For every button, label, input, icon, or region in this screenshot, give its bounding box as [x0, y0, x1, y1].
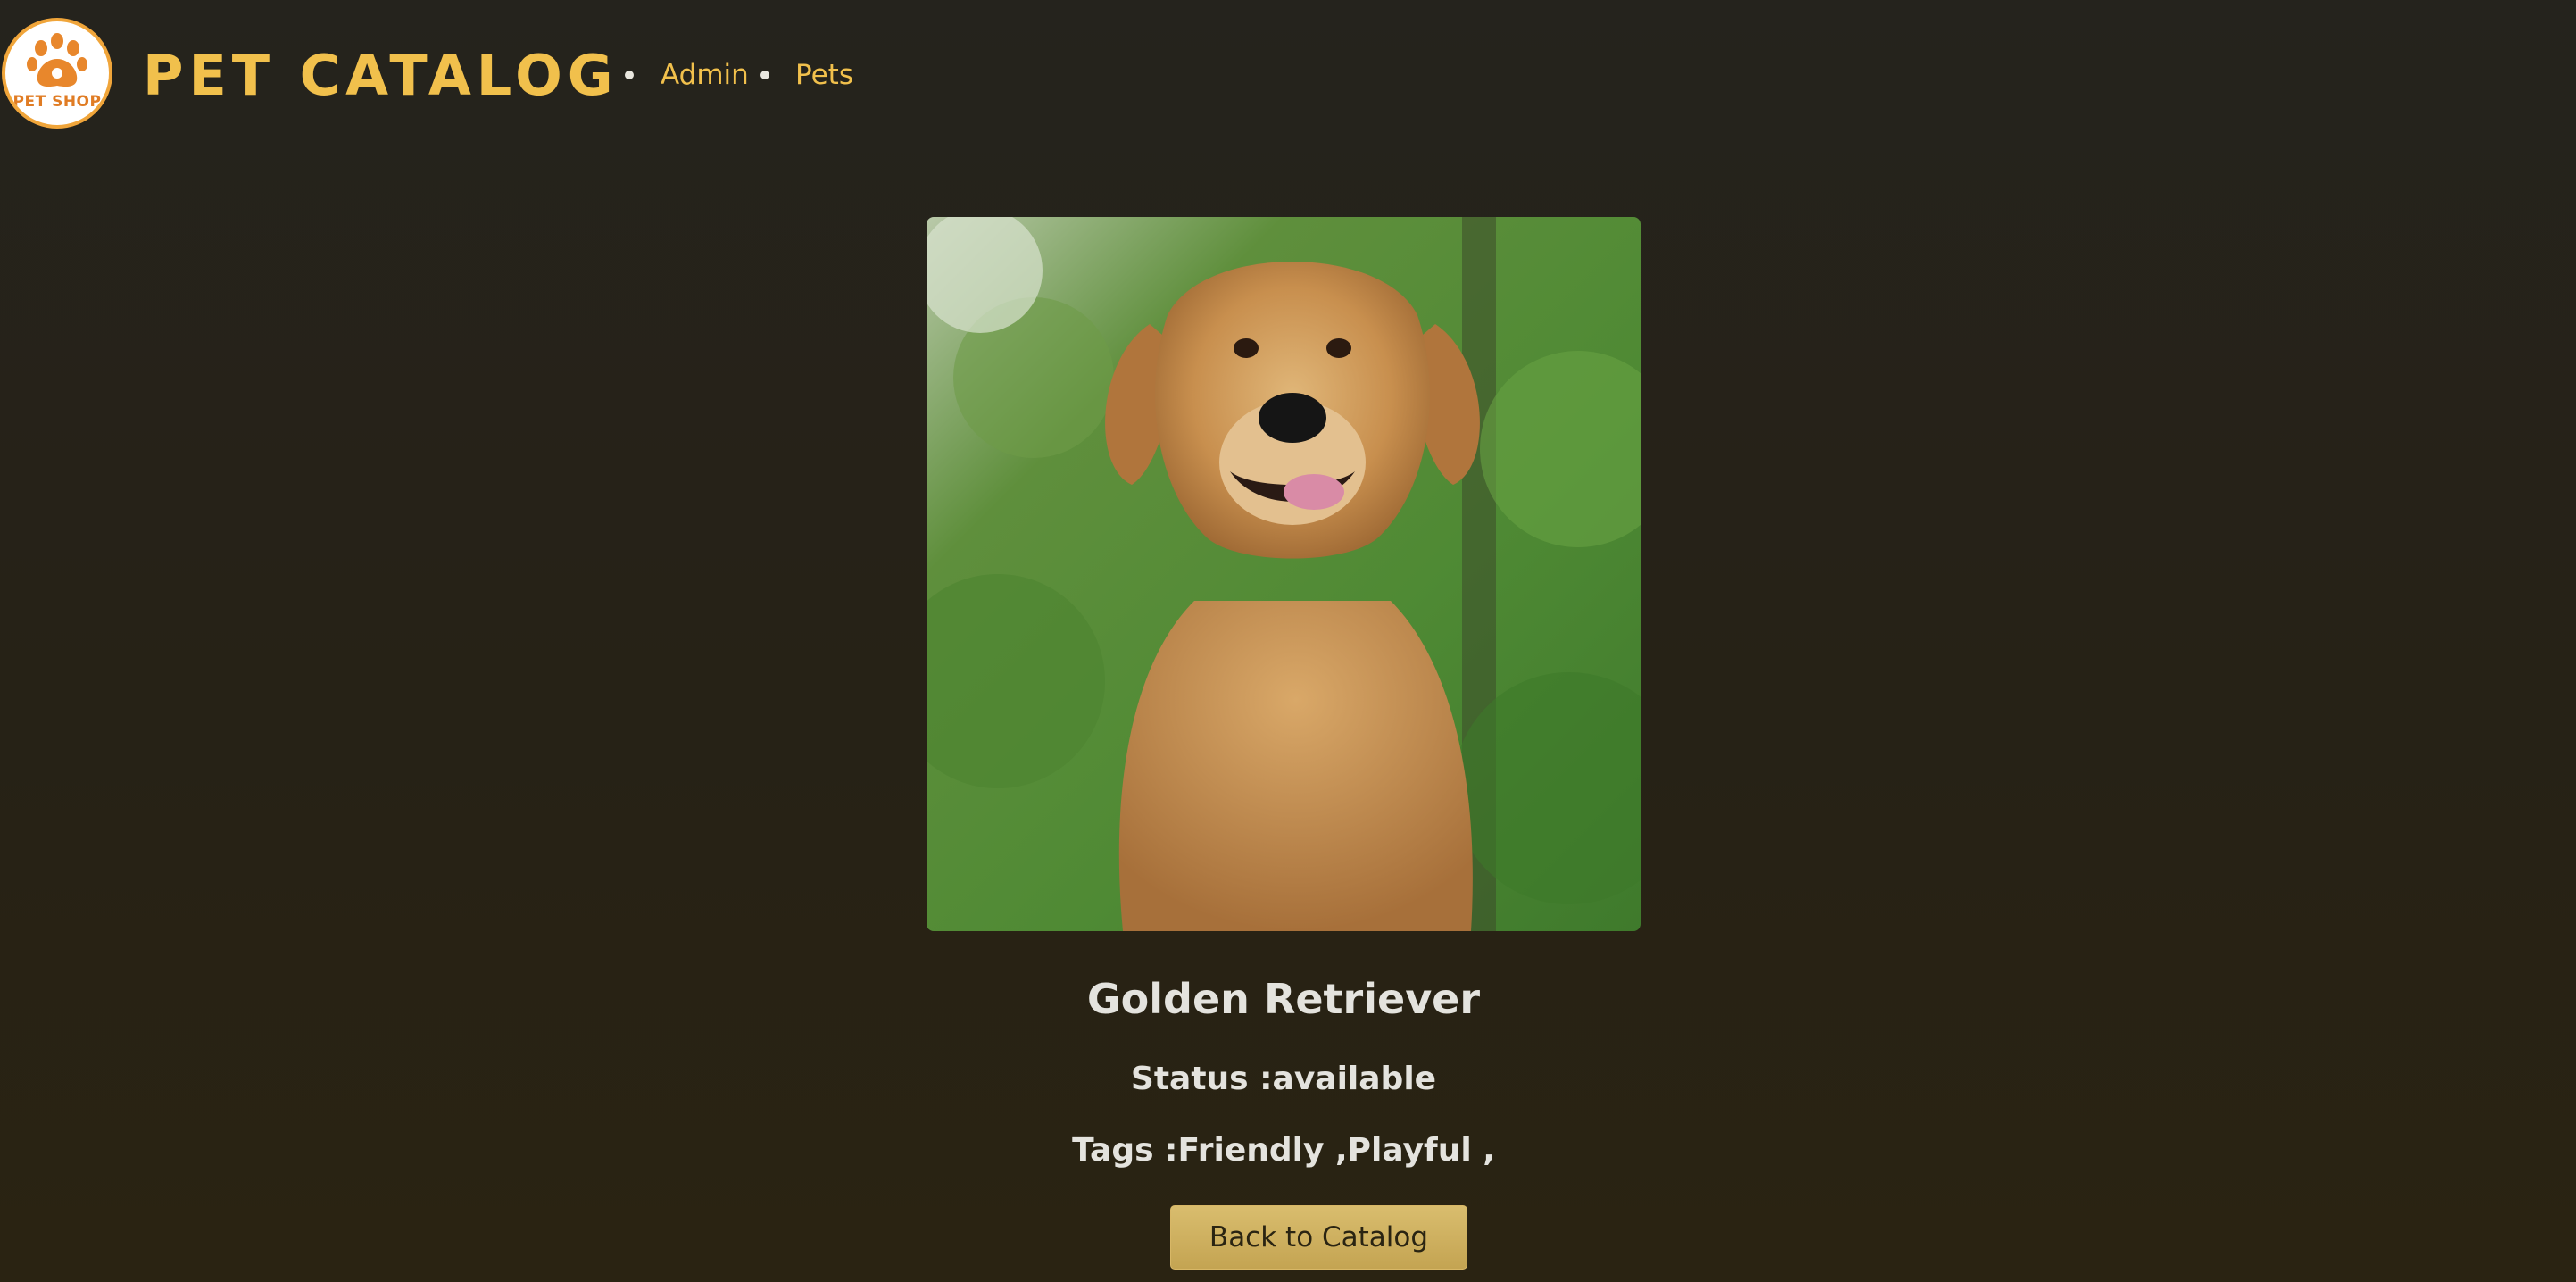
pet-shop-logo[interactable]: PET SHOP: [2, 18, 112, 129]
brand-title: PET CATALOG: [143, 43, 619, 108]
site-header: PET SHOP PET CATALOG Admin Pets: [0, 0, 2576, 152]
pet-photo: [927, 217, 1641, 931]
bullet-dot-icon: [625, 71, 634, 79]
pet-tags: Tags :Friendly ,Playful ,: [1072, 1132, 1495, 1169]
nav-link-admin[interactable]: Admin: [661, 54, 749, 96]
pet-status: Status :available: [1130, 1061, 1437, 1097]
nav-link-pets[interactable]: Pets: [795, 54, 853, 96]
bullet-dot-icon: [760, 71, 769, 79]
logo-text: PET SHOP: [12, 93, 102, 111]
back-to-catalog-button[interactable]: Back to Catalog: [1170, 1205, 1467, 1270]
golden-retriever-image: [927, 217, 1641, 931]
pet-name: Golden Retriever: [1086, 975, 1481, 1023]
